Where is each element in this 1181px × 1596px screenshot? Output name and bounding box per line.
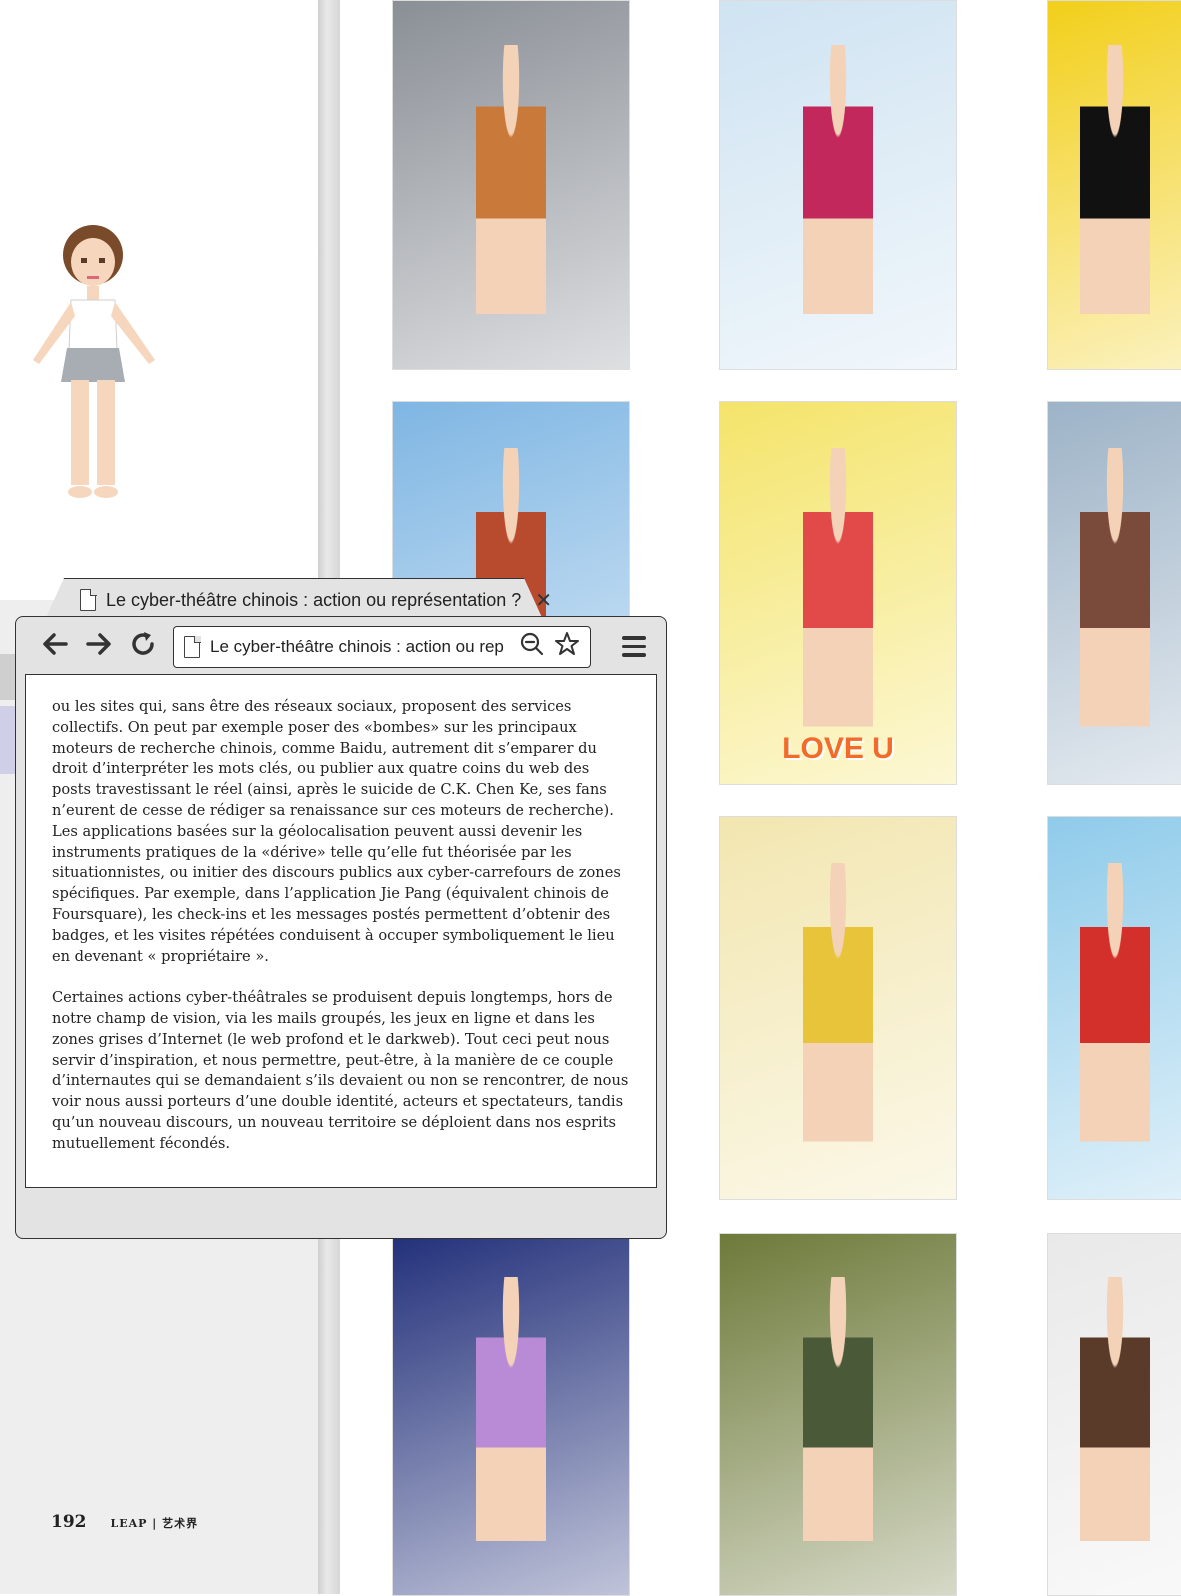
page-icon bbox=[184, 635, 201, 658]
doll-figure bbox=[476, 1277, 546, 1552]
page-footer: 192 LEAP | 艺术界 bbox=[51, 1512, 198, 1532]
doll-figure bbox=[803, 447, 873, 739]
zoom-out-icon[interactable] bbox=[520, 632, 544, 662]
pixel-doll-image bbox=[33, 225, 155, 498]
doll-figure bbox=[803, 862, 873, 1154]
footer-brand: LEAP | 艺术界 bbox=[110, 1517, 199, 1530]
doll-figure bbox=[1080, 862, 1150, 1154]
thumbnail-image bbox=[1047, 0, 1181, 370]
thumbnail-image bbox=[1047, 1233, 1181, 1596]
tab-title: Le cyber-théâtre chinois : action ou rep… bbox=[106, 589, 522, 610]
forward-arrow-icon[interactable] bbox=[77, 630, 121, 664]
thumbnail-image bbox=[392, 1233, 630, 1596]
reload-icon[interactable] bbox=[121, 630, 165, 664]
doll-figure bbox=[1080, 1277, 1150, 1552]
doll-figure bbox=[1080, 447, 1150, 739]
thumbnail-image bbox=[719, 816, 957, 1200]
thumbnail-image: LOVE U bbox=[719, 401, 957, 785]
thumbnail-image bbox=[1047, 401, 1181, 785]
doll-figure bbox=[803, 1277, 873, 1552]
address-bar[interactable]: Le cyber-théâtre chinois : action ou rep bbox=[173, 626, 591, 668]
article-paragraph-1: ou les sites qui, sans être des réseaux … bbox=[52, 698, 621, 965]
thumbnail-image bbox=[719, 0, 957, 370]
page-content: ou les sites qui, sans être des réseaux … bbox=[25, 674, 657, 1188]
bookmark-star-icon[interactable] bbox=[554, 631, 580, 663]
address-text[interactable]: Le cyber-théâtre chinois : action ou rep bbox=[210, 637, 510, 657]
close-icon[interactable]: ✕ bbox=[535, 588, 552, 612]
thumbnail-image bbox=[1047, 816, 1181, 1200]
doll-figure bbox=[476, 45, 546, 325]
doll-figure bbox=[1080, 45, 1150, 325]
menu-icon[interactable] bbox=[622, 636, 646, 658]
document-icon bbox=[80, 588, 97, 611]
doll-figure bbox=[803, 45, 873, 325]
thumbnail-image bbox=[392, 0, 630, 370]
thumbnail-caption: LOVE U bbox=[782, 732, 894, 765]
thumbnail-image bbox=[719, 1233, 957, 1596]
back-arrow-icon[interactable] bbox=[33, 630, 77, 664]
page-number: 192 bbox=[51, 1512, 87, 1532]
article-paragraph-2: Certaines actions cyber-théâtrales se pr… bbox=[52, 989, 629, 1152]
